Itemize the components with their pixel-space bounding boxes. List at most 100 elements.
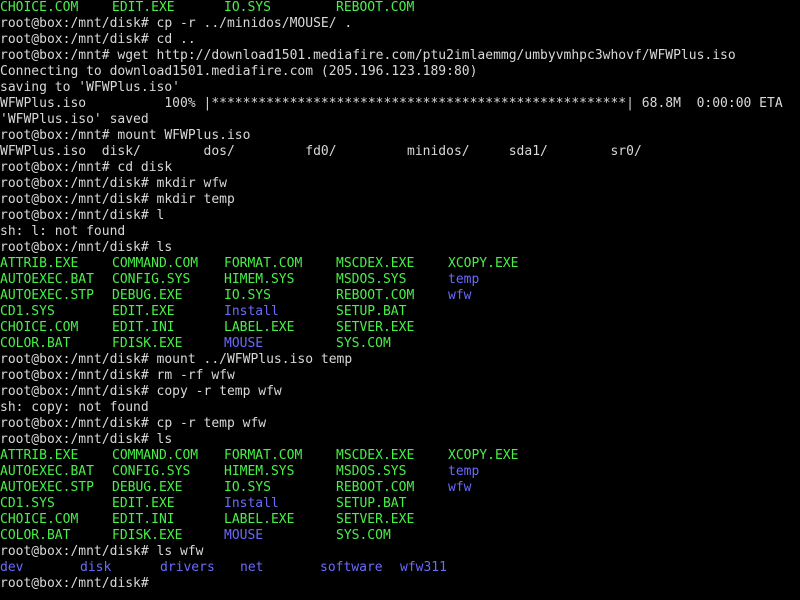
file-entry: ATTRIB.EXE [0, 448, 79, 463]
terminal-line: AUTOEXEC.STP DEBUG.EXE IO.SYS REBOOT.COM wfw [0, 480, 800, 496]
file-entry: CONFIG.SYS [112, 272, 191, 287]
file-entry: IO.SYS [224, 0, 271, 15]
directory-entry: Install [224, 496, 279, 511]
terminal-text: sh: copy: not found [0, 400, 149, 415]
terminal-text: root@box:/mnt/disk# cp -r temp wfw [0, 416, 267, 431]
terminal-text: root@box:/mnt/disk# [0, 576, 149, 591]
file-entry: CHOICE.COM [0, 320, 79, 335]
terminal-line: root@box:/mnt/disk# cd .. [0, 32, 800, 48]
terminal-line: ATTRIB.EXE COMMAND.COM FORMAT.COM MSCDEX.EX… [0, 448, 800, 464]
terminal-line: root@box:/mnt/disk# mount ../WFWPlus.iso… [0, 352, 800, 368]
file-entry: COMMAND.COM [112, 448, 199, 463]
terminal-text: root@box:/mnt# mount WFWPlus.iso [0, 128, 251, 143]
file-entry: EDIT.EXE [112, 496, 175, 511]
directory-entry: Install [224, 304, 279, 319]
file-entry: EDIT.EXE [112, 304, 175, 319]
terminal-line: root@box:/mnt/disk# mkdir temp [0, 192, 800, 208]
directory-entry: wfw311 [400, 560, 447, 575]
directory-entry: wfw [448, 288, 472, 303]
terminal-text: root@box:/mnt/disk# cp -r ../minidos/MOU… [0, 16, 353, 31]
terminal-line: AUTOEXEC.STP DEBUG.EXE IO.SYS REBOOT.COM wfw [0, 288, 800, 304]
file-entry: FORMAT.COM [224, 256, 303, 271]
file-entry: MSDOS.SYS [336, 464, 407, 479]
terminal-line: AUTOEXEC.BAT CONFIG.SYS HIMEM.SYS MSDOS.SYS… [0, 272, 800, 288]
file-entry: SYS.COM [336, 336, 391, 351]
terminal-line: root@box:/mnt/disk# copy -r temp wfw [0, 384, 800, 400]
terminal-text: 'WFWPlus.iso' saved [0, 112, 149, 127]
file-entry: LABEL.EXE [224, 320, 295, 335]
file-entry: FORMAT.COM [224, 448, 303, 463]
file-entry: EDIT.INI [112, 512, 175, 527]
file-entry: COMMAND.COM [112, 256, 199, 271]
file-entry: CHOICE.COM [0, 0, 79, 15]
terminal-line: root@box:/mnt/disk# ls wfw [0, 544, 800, 560]
file-entry: AUTOEXEC.STP [0, 480, 94, 495]
file-entry: SYS.COM [336, 528, 391, 543]
file-entry: COLOR.BAT [0, 528, 71, 543]
directory-entry: temp [448, 272, 480, 287]
terminal-text: saving to 'WFWPlus.iso' [0, 80, 181, 95]
terminal-text: root@box:/mnt/disk# ls wfw [0, 544, 204, 559]
terminal-text: WFWPlus.iso disk/ dos/ fd0/ minidos/ sda… [0, 144, 642, 159]
file-entry: IO.SYS [224, 288, 271, 303]
file-entry: CHOICE.COM [0, 512, 79, 527]
terminal-line: WFWPlus.iso disk/ dos/ fd0/ minidos/ sda… [0, 144, 800, 160]
terminal-screen[interactable]: CHOICE.COM EDIT.EXE IO.SYS REBOOT.COM root@b… [0, 0, 800, 600]
terminal-line: root@box:/mnt/disk# rm -rf wfw [0, 368, 800, 384]
terminal-line: root@box:/mnt/disk# l [0, 208, 800, 224]
file-entry: REBOOT.COM [336, 0, 415, 15]
terminal-line: Connecting to download1501.mediafire.com… [0, 64, 800, 80]
terminal-line: root@box:/mnt/disk# cp -r temp wfw [0, 416, 800, 432]
terminal-line: CHOICE.COM EDIT.EXE IO.SYS REBOOT.COM [0, 0, 800, 16]
terminal-text: root@box:/mnt# wget http://download1501.… [0, 48, 736, 63]
file-entry: CD1.SYS [0, 496, 55, 511]
terminal-line: root@box:/mnt/disk# cp -r ../minidos/MOU… [0, 16, 800, 32]
file-entry: EDIT.EXE [112, 0, 175, 15]
file-entry: REBOOT.COM [336, 480, 415, 495]
file-entry: AUTOEXEC.BAT [0, 464, 94, 479]
terminal-line: CD1.SYS EDIT.EXE Install SETUP.BAT [0, 496, 800, 512]
terminal-line: sh: l: not found [0, 224, 800, 240]
terminal-text: root@box:/mnt/disk# ls [0, 240, 173, 255]
terminal-line: WFWPlus.iso 100% |**********************… [0, 96, 800, 112]
terminal-line: root@box:/mnt/disk# mkdir wfw [0, 176, 800, 192]
file-entry: AUTOEXEC.BAT [0, 272, 94, 287]
file-entry: SETVER.EXE [336, 320, 415, 335]
terminal-text: root@box:/mnt/disk# mkdir temp [0, 192, 235, 207]
terminal-text: root@box:/mnt/disk# rm -rf wfw [0, 368, 235, 383]
file-entry: MSDOS.SYS [336, 272, 407, 287]
file-entry: FDISK.EXE [112, 528, 183, 543]
terminal-line: CHOICE.COM EDIT.INI LABEL.EXE SETVER.EXE [0, 512, 800, 528]
directory-entry: disk [80, 560, 112, 575]
file-entry: FDISK.EXE [112, 336, 183, 351]
file-entry: XCOPY.EXE [448, 256, 519, 271]
directory-entry: software [320, 560, 383, 575]
terminal-text: root@box:/mnt/disk# copy -r temp wfw [0, 384, 282, 399]
terminal-text: root@box:/mnt/disk# mkdir wfw [0, 176, 227, 191]
file-entry: SETVER.EXE [336, 512, 415, 527]
file-entry: DEBUG.EXE [112, 480, 183, 495]
terminal-text: Connecting to download1501.mediafire.com… [0, 64, 478, 79]
directory-entry: dev [0, 560, 24, 575]
terminal-text: root@box:/mnt/disk# cd .. [0, 32, 196, 47]
terminal-line: COLOR.BAT FDISK.EXE MOUSE SYS.COM [0, 336, 800, 352]
file-entry: XCOPY.EXE [448, 448, 519, 463]
file-entry: COLOR.BAT [0, 336, 71, 351]
terminal-text: sh: l: not found [0, 224, 126, 239]
terminal-text: root@box:/mnt/disk# ls [0, 432, 173, 447]
terminal-line: root@box:/mnt# cd disk [0, 160, 800, 176]
file-entry: DEBUG.EXE [112, 288, 183, 303]
terminal-line: root@box:/mnt/disk# [0, 576, 800, 592]
terminal-line: root@box:/mnt# mount WFWPlus.iso [0, 128, 800, 144]
terminal-text: root@box:/mnt/disk# mount ../WFWPlus.iso… [0, 352, 353, 367]
file-entry: EDIT.INI [112, 320, 175, 335]
file-entry: MSCDEX.EXE [336, 448, 415, 463]
terminal-line: AUTOEXEC.BAT CONFIG.SYS HIMEM.SYS MSDOS.SYS… [0, 464, 800, 480]
terminal-text: WFWPlus.iso 100% |**********************… [0, 96, 783, 111]
file-entry: AUTOEXEC.STP [0, 288, 94, 303]
terminal-line: 'WFWPlus.iso' saved [0, 112, 800, 128]
terminal-line: COLOR.BAT FDISK.EXE MOUSE SYS.COM [0, 528, 800, 544]
directory-entry: net [240, 560, 264, 575]
file-entry: CONFIG.SYS [112, 464, 191, 479]
terminal-line: sh: copy: not found [0, 400, 800, 416]
